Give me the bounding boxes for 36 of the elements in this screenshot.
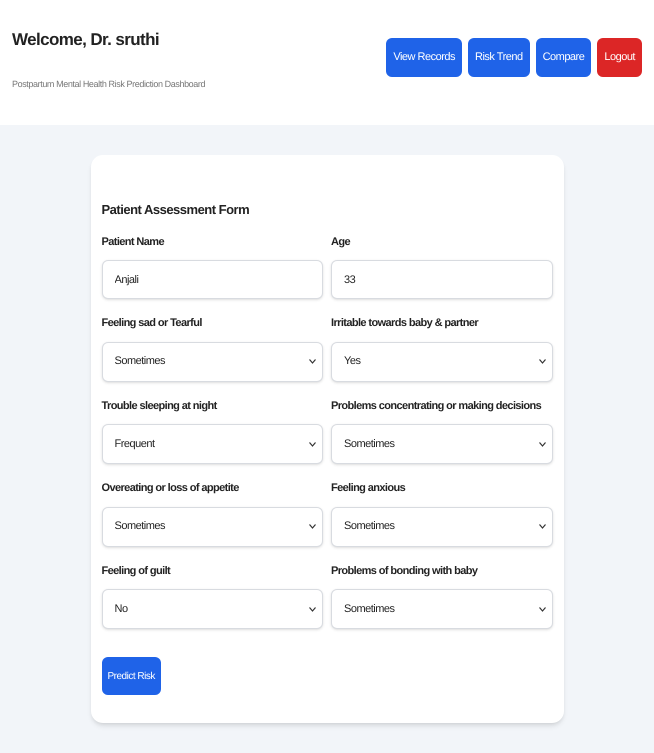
- chevron-down-icon: [309, 359, 316, 364]
- chevron-down-icon: [309, 524, 316, 529]
- field-label: Problems concentrating or making decisions: [331, 398, 542, 414]
- field-label: Feeling of guilt: [102, 564, 172, 578]
- chevron-down-icon: [538, 524, 546, 529]
- nav-button[interactable]: View Records: [386, 38, 462, 77]
- select-field[interactable]: Yes: [331, 342, 552, 382]
- field-label: Irritable towards baby & partner: [331, 316, 480, 331]
- select-field[interactable]: Sometimes: [102, 506, 323, 546]
- chevron-down-icon: [538, 442, 546, 446]
- welcome-title: Welcome, Dr. sruthi: [12, 29, 160, 51]
- nav-button[interactable]: Risk Trend: [468, 38, 530, 77]
- select-field[interactable]: Sometimes: [331, 506, 552, 546]
- field-label: Trouble sleeping at night: [102, 398, 218, 414]
- input-field[interactable]: Anjali: [102, 260, 323, 299]
- field-label: Feeling anxious: [331, 481, 406, 496]
- predict-risk-button[interactable]: Predict Risk: [102, 657, 161, 695]
- select-field[interactable]: Sometimes: [102, 342, 323, 382]
- chevron-down-icon: [309, 606, 316, 612]
- select-field[interactable]: Sometimes: [331, 589, 552, 629]
- input-field[interactable]: 33: [331, 260, 552, 299]
- chevron-down-icon: [538, 606, 546, 612]
- field-label: Age: [331, 234, 352, 250]
- select-field[interactable]: Frequent: [102, 424, 323, 464]
- chevron-down-icon: [538, 359, 546, 364]
- nav-button[interactable]: Compare: [536, 38, 592, 77]
- select-field[interactable]: No: [102, 589, 323, 629]
- form-title: Patient Assessment Form: [102, 201, 250, 219]
- chevron-down-icon: [309, 442, 316, 446]
- select-field[interactable]: Sometimes: [331, 424, 552, 464]
- field-label: Patient Name: [102, 234, 166, 250]
- field-label: Problems of bonding with baby: [331, 564, 479, 578]
- dashboard-subtitle: Postpartum Mental Health Risk Prediction Dashboard: [12, 78, 206, 91]
- nav-button[interactable]: Logout: [597, 38, 642, 77]
- field-label: Overeating or loss of appetite: [102, 481, 240, 496]
- field-label: Feeling sad or Tearful: [102, 316, 203, 331]
